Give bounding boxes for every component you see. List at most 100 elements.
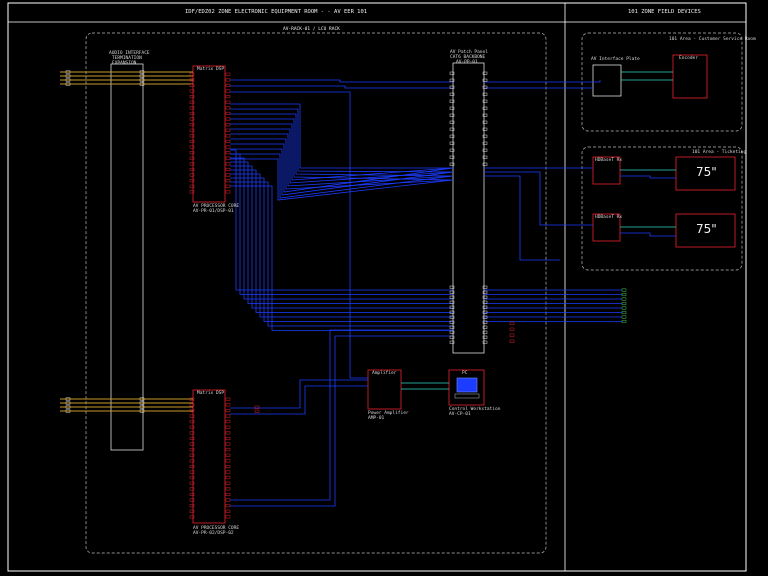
dsp-bottom-pin [225, 487, 231, 491]
room-one-encoder-label: Encoder [679, 56, 698, 61]
dsp-bottom-pin [225, 476, 231, 480]
amplifier-title: Amplifier [372, 371, 397, 376]
field-endpoint-pin [621, 293, 627, 297]
dsp-top-pin [225, 117, 231, 121]
dsp-top-pin [225, 190, 231, 194]
wire-group [60, 71, 676, 507]
dsp-to-patch-wire [230, 79, 453, 83]
dsp-bottom-pin [225, 504, 231, 508]
amplifier-caption-2: AMP-01 [368, 416, 385, 421]
control-pc-title: PC [462, 371, 468, 376]
dsp-top-pin [225, 156, 231, 160]
dsp-bottom-pin [225, 515, 231, 519]
dsp-bottom-to-amp-wire [230, 385, 368, 415]
field-endpoint-pin [621, 302, 627, 306]
dsp-bottom-pin [225, 397, 231, 401]
dsp-top-pin [225, 162, 231, 166]
dsp-long-wire [230, 185, 453, 331]
field-endpoint-pin [621, 288, 627, 292]
field-endpoint-pin [621, 320, 627, 324]
right-title: 101 ZONE FIELD DEVICES [628, 9, 701, 15]
room-one-extender [592, 64, 622, 97]
patch-flag-icon [509, 339, 515, 343]
dsp-top-pin [225, 106, 231, 110]
dsp-bottom-to-amp-wire [230, 379, 368, 409]
dsp-to-patch-wire [230, 138, 454, 190]
dsp-long-wire [230, 173, 453, 318]
dsp-top-pin [225, 123, 231, 127]
patch-flag-icon [509, 327, 515, 331]
patch-to-room-one-wire [484, 80, 601, 83]
dsp-bottom-title: Matrix DSP [197, 391, 225, 396]
dsp-long-wire [230, 177, 453, 322]
dsp-top-pin [225, 184, 231, 188]
dsp-bottom-device [192, 389, 226, 524]
dsp-bottom-long-wire [230, 329, 453, 501]
dsp-bottom-flag-icon [254, 409, 260, 413]
dsp-bottom-pin [225, 453, 231, 457]
dsp-top-pin [225, 83, 231, 87]
dsp-top-device [192, 65, 226, 203]
rx-bottom-label: HDBaseT Rx [595, 215, 623, 220]
rx-top-label: HDBaseT Rx [595, 158, 623, 163]
dsp-long-wire [230, 181, 453, 327]
dsp-top-pin [225, 89, 231, 93]
dsp-top-pin [225, 173, 231, 177]
dsp-top-pin [225, 167, 231, 171]
audio-interface-panel [110, 63, 144, 451]
dsp-top-pin [225, 78, 231, 82]
dsp-bottom-caption-2: AV-PR-02/DSP-02 [193, 531, 234, 536]
dsp-bottom-pin [225, 425, 231, 429]
rx-bottom-ctrl-wire [620, 232, 676, 237]
dsp-long-wire [230, 153, 453, 295]
dsp-top-pin [225, 100, 231, 104]
dsp-bottom-pin [225, 436, 231, 440]
patch-to-rx-bottom-wire [484, 171, 593, 226]
field-endpoint-pin [621, 315, 627, 319]
dsp-top-pin [225, 72, 231, 76]
rack-region [85, 32, 547, 554]
field-endpoint-pin [621, 311, 627, 315]
av-riser-diagram [7, 2, 747, 572]
dsp-top-pin [225, 145, 231, 149]
dsp-bottom-pin [225, 464, 231, 468]
dsp-to-patch-wire [230, 108, 454, 173]
dsp-to-patch-wire [230, 85, 453, 89]
room-one-extender-label: AV Interface Plate [591, 57, 640, 62]
rack-title: AV-RACK-01 / LCU RACK [283, 27, 340, 32]
patch-flag-icon [509, 321, 515, 325]
dsp-bottom-pin [225, 431, 231, 435]
dsp-top-pin [225, 111, 231, 115]
dsp-long-wire [230, 169, 453, 313]
display-bottom-size: 75" [696, 222, 717, 236]
dsp-bottom-pin [225, 459, 231, 463]
dsp-bottom-pin [225, 498, 231, 502]
dsp-bottom-pin [225, 403, 231, 407]
dsp-top-pin [225, 179, 231, 183]
patch-flag-icon [509, 333, 515, 337]
dsp-bottom-pin [225, 448, 231, 452]
field-endpoint-pin [621, 297, 627, 301]
dsp-long-wire [230, 161, 453, 304]
dsp-bottom-pin [225, 492, 231, 496]
display-top-size: 75" [696, 165, 717, 179]
dsp-bottom-pin [225, 408, 231, 412]
dsp-bottom-pin [225, 470, 231, 474]
pc-monitor-icon [456, 377, 478, 393]
dsp-bottom-pin [225, 442, 231, 446]
dsp-top-pin [225, 139, 231, 143]
patch-panel-caption-3: AV-PP-01 [456, 60, 478, 65]
field-endpoint-pin [621, 306, 627, 310]
dsp-to-patch-wire [230, 113, 454, 177]
room-one-title: 101 Area - Customer Service Room [669, 37, 756, 42]
room-two-title: 101 Area - Ticketing [692, 150, 747, 155]
dsp-bottom-pin [225, 481, 231, 485]
audio-interface-caption-3: EXPANSION [112, 61, 137, 66]
left-title: IDF/EDZ02 ZONE ELECTRONIC EQUIPMENT ROOM… [185, 9, 368, 15]
dsp-top-pin [225, 128, 231, 132]
dsp-top-pin [225, 151, 231, 155]
pc-base-icon [454, 393, 480, 399]
dsp-bottom-pin [225, 509, 231, 513]
room-one-region [581, 32, 743, 132]
room-one-encoder [672, 54, 708, 99]
